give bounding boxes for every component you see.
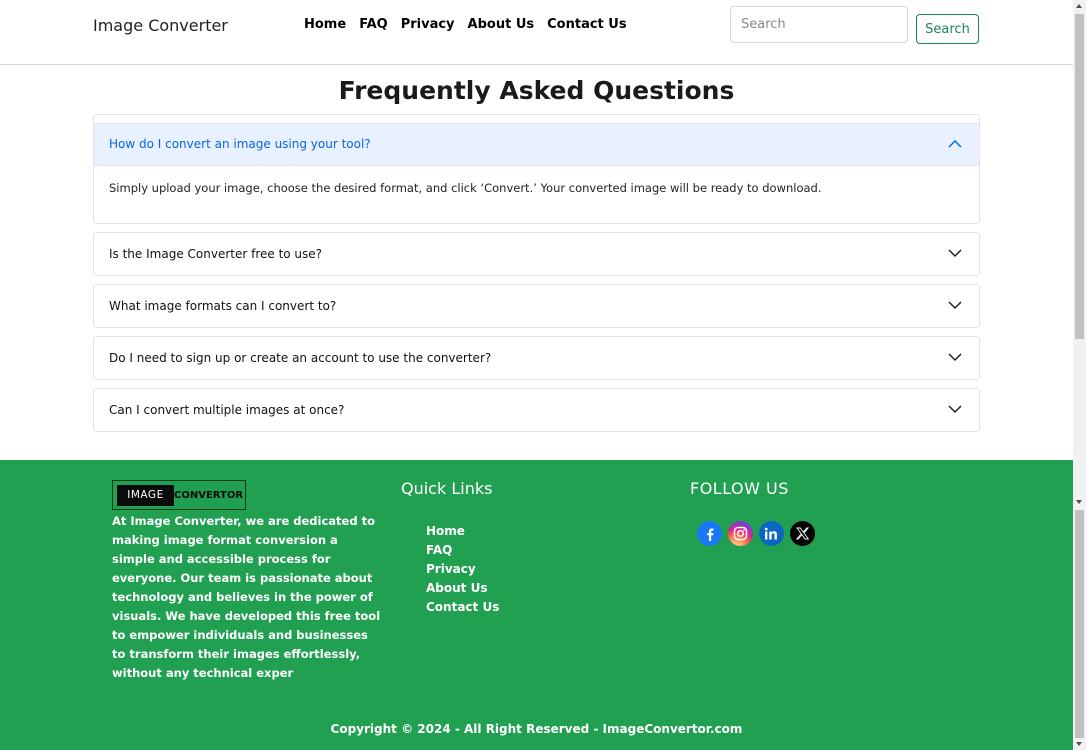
faq-item[interactable]: Is the Image Converter free to use? — [93, 232, 980, 276]
logo-text-convertor: CONVERTOR — [174, 485, 243, 506]
nav-link-faq[interactable]: FAQ — [359, 17, 388, 32]
faq-accordion: How do I convert an image using your too… — [93, 114, 980, 432]
follow-us-title: FOLLOW US — [690, 479, 789, 498]
quick-links-title: Quick Links — [401, 479, 493, 498]
faq-question: Is the Image Converter free to use? — [109, 247, 323, 261]
logo-text-image: IMAGE — [117, 485, 174, 506]
copyright-text: Copyright © 2024 - All Right Reserved - … — [330, 722, 743, 736]
chevron-down-icon — [948, 249, 962, 258]
faq-question: Do I need to sign up or create an accoun… — [109, 351, 492, 365]
faq-question: How do I convert an image using your too… — [109, 137, 371, 151]
nav-link-privacy[interactable]: Privacy — [401, 17, 455, 32]
quick-links-list: Home FAQ Privacy About Us Contact Us — [426, 522, 499, 617]
footer-link-contact-us[interactable]: Contact Us — [426, 598, 499, 617]
faq-item-header[interactable]: How do I convert an image using your too… — [94, 123, 979, 166]
faq-item[interactable]: What image formats can I convert to? — [93, 284, 980, 328]
search-input[interactable] — [730, 6, 908, 43]
faq-item[interactable]: Can I convert multiple images at once? — [93, 388, 980, 432]
search-button[interactable]: Search — [916, 14, 979, 44]
footer-about-text: At Image Converter, we are dedicated to … — [112, 514, 381, 680]
nav-link-contact-us[interactable]: Contact Us — [547, 17, 626, 32]
chevron-down-icon — [948, 353, 962, 362]
faq-item[interactable]: Do I need to sign up or create an accoun… — [93, 336, 980, 380]
footer-link-faq[interactable]: FAQ — [426, 541, 499, 560]
faq-answer: Simply upload your image, choose the des… — [109, 181, 822, 195]
faq-title: Frequently Asked Questions — [338, 76, 735, 105]
faq-question: What image formats can I convert to? — [109, 299, 337, 313]
faq-answer-panel: Simply upload your image, choose the des… — [94, 166, 979, 223]
page: Image Converter Home FAQ Privacy About U… — [0, 0, 1073, 750]
social-links — [697, 521, 815, 546]
footer-link-home[interactable]: Home — [426, 522, 499, 541]
footer-link-privacy[interactable]: Privacy — [426, 560, 499, 579]
facebook-icon[interactable] — [697, 521, 722, 546]
faq-question: Can I convert multiple images at once? — [109, 403, 345, 417]
nav-link-home[interactable]: Home — [304, 17, 346, 32]
scroll-up-arrow-icon[interactable] — [1076, 4, 1082, 8]
instagram-icon[interactable] — [728, 521, 753, 546]
page-scrollbar[interactable] — [1073, 0, 1086, 750]
x-icon[interactable] — [790, 521, 815, 546]
footer-link-about-us[interactable]: About Us — [426, 579, 499, 598]
chevron-down-icon — [948, 405, 962, 414]
chevron-down-icon — [948, 301, 962, 310]
scroll-down-arrow-icon[interactable] — [1076, 500, 1082, 504]
navbar: Image Converter Home FAQ Privacy About U… — [0, 0, 1073, 65]
footer-logo[interactable]: IMAGE CONVERTOR — [112, 480, 246, 510]
linkedin-icon[interactable] — [759, 521, 784, 546]
scroll-down-arrow-icon[interactable] — [1076, 742, 1082, 746]
brand-title[interactable]: Image Converter — [93, 16, 228, 35]
scrollbar-track-segment — [1075, 510, 1084, 738]
scrollbar-thumb[interactable] — [1075, 14, 1084, 339]
footer: IMAGE CONVERTOR At Image Converter, we a… — [0, 460, 1073, 750]
nav-link-about-us[interactable]: About Us — [468, 17, 535, 32]
chevron-up-icon — [948, 139, 962, 148]
main-nav: Home FAQ Privacy About Us Contact Us — [304, 17, 627, 32]
faq-item-open: How do I convert an image using your too… — [93, 114, 980, 224]
